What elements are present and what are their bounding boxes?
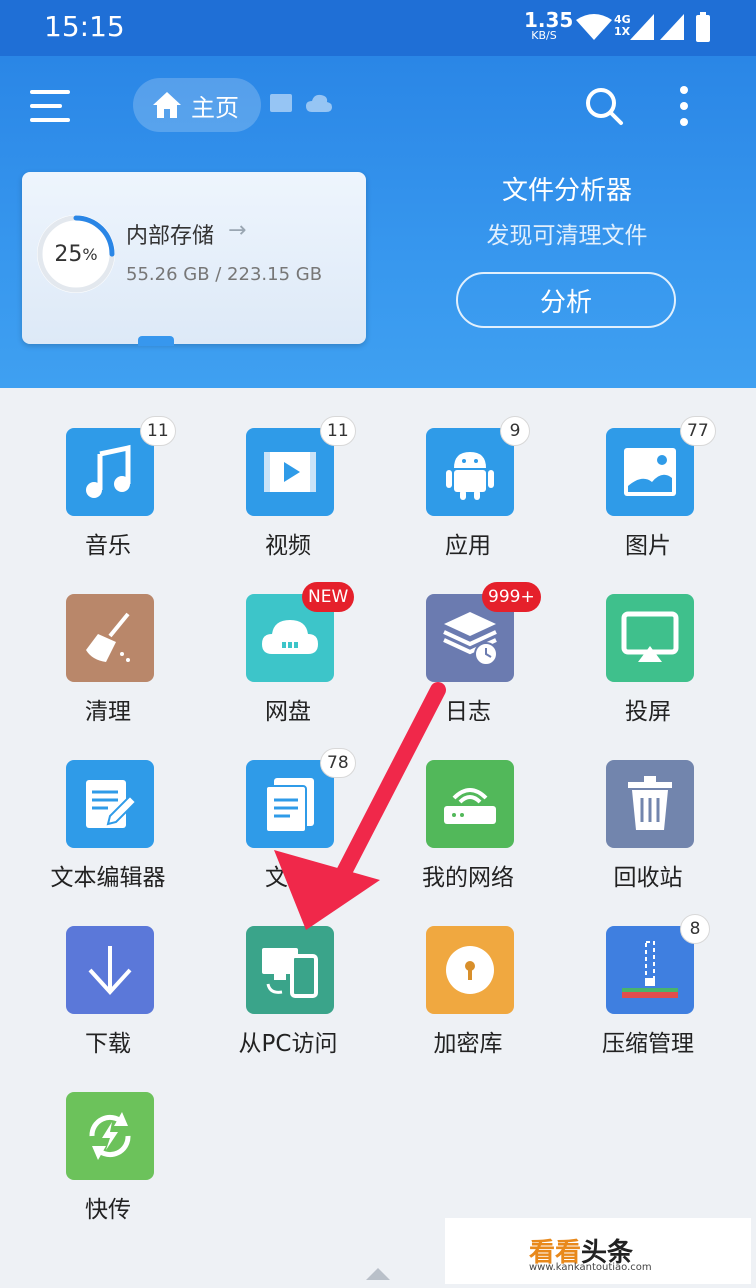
signal-icon-2	[660, 14, 684, 40]
cloud-icon[interactable]	[306, 94, 332, 112]
network-speed-value: 1.35	[524, 8, 574, 32]
breadcrumb-home[interactable]: 主页	[133, 78, 261, 132]
status-bar: 15:15 1.35 KB/S 4G 1X	[0, 0, 756, 56]
trash-icon	[628, 776, 672, 830]
category-lock[interactable]: 加密库	[378, 886, 558, 1057]
category-tile[interactable]	[246, 926, 334, 1014]
sd-card-icon[interactable]	[270, 94, 292, 112]
quick-transfer-icon	[89, 1112, 131, 1160]
storage-used-total: 55.26 GB / 223.15 GB	[126, 264, 323, 285]
category-grid: 11 音乐 11 视频 9 应用 77 图片清理 NEW 网盘 999+ 日志 投屏文本编辑器 78 文档我…	[0, 388, 756, 1288]
count-badge: 8	[680, 914, 710, 944]
category-tile[interactable]	[66, 1092, 154, 1180]
text-editor-icon	[86, 780, 138, 828]
menu-button[interactable]	[30, 88, 72, 124]
category-document[interactable]: 78 文档	[198, 720, 378, 891]
router-icon	[444, 788, 496, 824]
category-pc-access[interactable]: 从PC访问	[198, 886, 378, 1057]
cloud-icon	[262, 620, 318, 654]
category-label: 从PC访问	[238, 1031, 338, 1057]
download-icon	[88, 946, 132, 995]
category-router[interactable]: 我的网络	[378, 720, 558, 891]
broom-icon	[86, 612, 130, 662]
category-label: 压缩管理	[602, 1031, 694, 1057]
storage-percent-sign: %	[82, 244, 98, 264]
category-download[interactable]: 下载	[18, 886, 198, 1057]
zip-icon	[622, 941, 678, 998]
category-tile[interactable]	[606, 428, 694, 516]
count-badge: 78	[320, 748, 356, 778]
category-tile[interactable]	[426, 428, 514, 516]
more-options-button[interactable]	[672, 84, 696, 128]
category-tile[interactable]	[66, 428, 154, 516]
network-type-bottom: 1X	[614, 25, 631, 38]
wifi-icon	[576, 14, 612, 40]
category-tile[interactable]	[66, 760, 154, 848]
watermark: 看看头条 www.kankantoutiao.com	[445, 1218, 751, 1284]
category-video[interactable]: 11 视频	[198, 388, 378, 559]
category-text-editor[interactable]: 文本编辑器	[18, 720, 198, 891]
count-badge: 999+	[482, 582, 541, 612]
category-android[interactable]: 9 应用	[378, 388, 558, 559]
video-icon	[264, 452, 316, 492]
category-tile[interactable]	[246, 760, 334, 848]
network-speed: 1.35 KB/S	[524, 8, 574, 41]
internal-storage-card[interactable]: 25% 内部存储 → 55.26 GB / 223.15 GB	[22, 172, 366, 346]
card-notch	[138, 336, 174, 346]
signal-icon-1	[630, 14, 654, 40]
header: 主页 25% 内部存储 → 55.26 GB / 223.15 GB 文件分析器…	[0, 56, 756, 388]
storage-percent-value: 25	[54, 241, 83, 267]
document-icon	[265, 778, 314, 833]
android-icon	[446, 452, 494, 500]
analyzer-title: 文件分析器	[501, 176, 632, 206]
storage-name: 内部存储	[126, 224, 215, 249]
count-badge: 11	[320, 416, 356, 446]
log-icon	[443, 612, 498, 666]
category-broom[interactable]: 清理	[18, 554, 198, 725]
category-tile[interactable]	[606, 760, 694, 848]
lock-icon	[446, 946, 494, 994]
category-label: 加密库	[433, 1031, 503, 1057]
category-image[interactable]: 77 图片	[558, 388, 738, 559]
category-label: 快传	[85, 1197, 131, 1223]
category-screen-cast[interactable]: 投屏	[558, 554, 738, 725]
watermark-url: www.kankantoutiao.com	[529, 1262, 652, 1273]
count-badge: NEW	[302, 582, 355, 612]
status-time: 15:15	[44, 10, 125, 43]
count-badge: 9	[500, 416, 530, 446]
count-badge: 11	[140, 416, 176, 446]
category-tile[interactable]	[606, 926, 694, 1014]
category-zip[interactable]: 8 压缩管理	[558, 886, 738, 1057]
category-tile[interactable]	[426, 760, 514, 848]
drawer-up-handle-icon[interactable]	[366, 1268, 390, 1280]
category-log[interactable]: 999+ 日志	[378, 554, 558, 725]
analyze-button[interactable]: 分析	[456, 272, 676, 328]
category-trash[interactable]: 回收站	[558, 720, 738, 891]
category-tile[interactable]	[426, 926, 514, 1014]
breadcrumb-home-label: 主页	[191, 93, 239, 122]
storage-percent: 25%	[34, 212, 118, 296]
category-music[interactable]: 11 音乐	[18, 388, 198, 559]
analyzer-subtitle: 发现可清理文件	[486, 223, 648, 249]
screen-cast-icon	[621, 611, 679, 662]
pc-access-icon	[262, 948, 318, 998]
network-type: 4G 1X	[614, 14, 631, 38]
category-cloud[interactable]: NEW 网盘	[198, 554, 378, 725]
battery-icon	[696, 12, 710, 42]
category-tile[interactable]	[246, 428, 334, 516]
search-icon[interactable]	[584, 86, 624, 126]
music-icon	[86, 444, 131, 498]
arrow-right-icon: →	[228, 218, 247, 243]
category-quick-transfer[interactable]: 快传	[18, 1052, 198, 1223]
category-tile[interactable]	[66, 594, 154, 682]
category-tile[interactable]	[606, 594, 694, 682]
count-badge: 77	[680, 416, 716, 446]
image-icon	[624, 448, 676, 496]
home-icon	[153, 92, 181, 118]
category-tile[interactable]	[66, 926, 154, 1014]
